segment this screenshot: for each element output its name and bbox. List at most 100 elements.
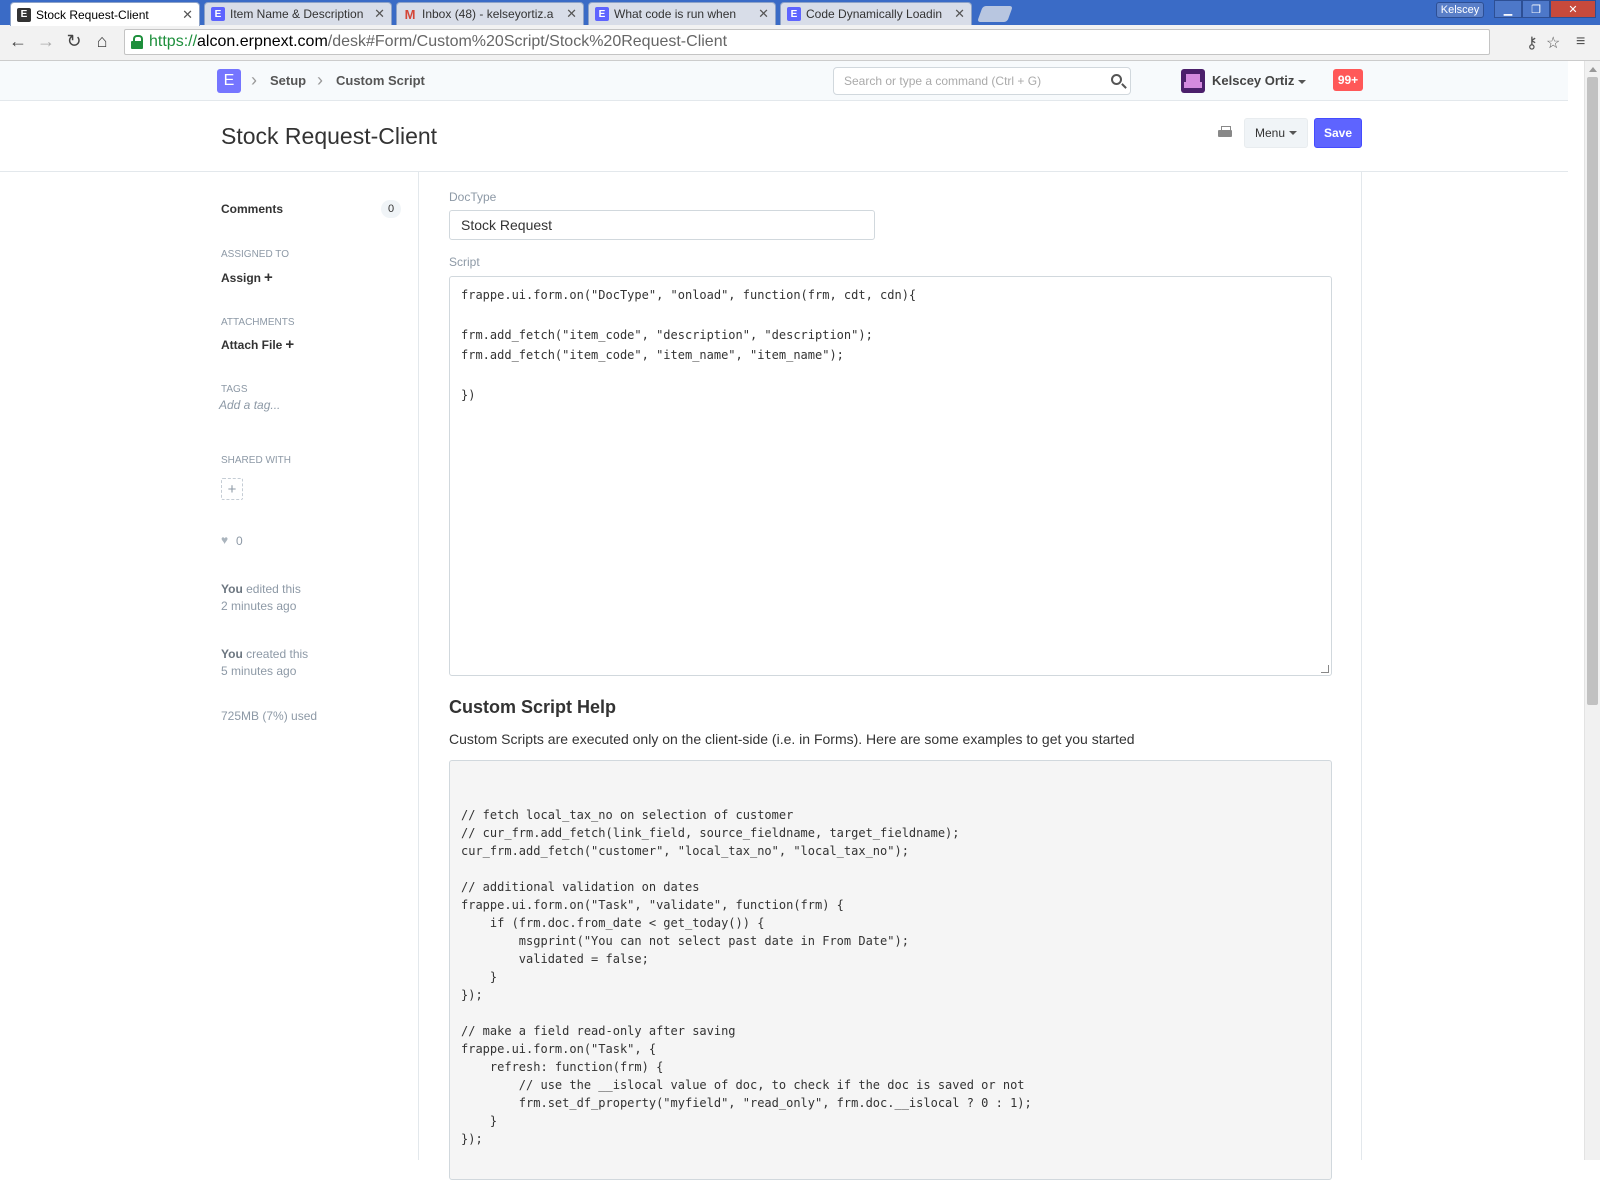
activity-item: You created this 5 minutes ago [221, 646, 308, 680]
user-menu[interactable]: Kelscey Ortiz [1212, 73, 1307, 88]
add-tag-input[interactable]: Add a tag... [219, 398, 280, 412]
browser-tab-code-dynamically-loading[interactable]: E Code Dynamically Loadin ✕ [780, 2, 972, 25]
activity-item: You edited this 2 minutes ago [221, 581, 301, 615]
app-navbar: E › Setup › Custom Script Search or type… [0, 61, 1568, 101]
url-scheme: https:// [149, 33, 198, 50]
doctype-label: DocType [449, 190, 497, 204]
breadcrumb-setup[interactable]: Setup [270, 73, 306, 88]
secure-lock-icon [131, 35, 143, 49]
script-editor[interactable]: frappe.ui.form.on("DocType", "onload", f… [449, 276, 1332, 676]
tab-title: Item Name & Description [230, 7, 364, 21]
close-window-icon[interactable]: ✕ [1550, 0, 1596, 18]
reload-icon[interactable]: ↻ [62, 31, 86, 52]
close-tab-icon[interactable]: ✕ [182, 7, 193, 23]
close-tab-icon[interactable]: ✕ [566, 6, 577, 22]
resize-handle-icon[interactable] [1321, 665, 1329, 673]
tab-title: What code is run when [614, 7, 737, 21]
browser-tab-inbox[interactable]: M Inbox (48) - kelseyortiz.a ✕ [396, 2, 584, 25]
help-title: Custom Script Help [449, 697, 617, 717]
erpnext-logo[interactable]: E [217, 69, 241, 93]
erpnext-favicon-icon: E [211, 7, 225, 21]
scroll-up-icon[interactable] [1589, 67, 1597, 72]
tags-label: TAGS [221, 384, 248, 395]
browser-tab-strip: E Stock Request-Client ✕ E Item Name & D… [0, 0, 1600, 26]
browser-tab-stock-request-client[interactable]: E Stock Request-Client ✕ [10, 2, 200, 26]
awesome-bar-search-input[interactable]: Search or type a command (Ctrl + G) [833, 67, 1131, 95]
activity-user: You [221, 647, 243, 661]
minimize-window-icon[interactable]: ▁ [1494, 0, 1522, 18]
scrollbar-thumb[interactable] [1587, 77, 1598, 705]
comments-link[interactable]: Comments [221, 202, 283, 216]
form-main: DocType Stock Request Script frappe.ui.f… [418, 172, 1362, 1180]
tab-title: Inbox (48) - kelseyortiz.a [422, 7, 554, 21]
activity-time: 2 minutes ago [221, 599, 297, 613]
search-icon [1111, 74, 1122, 85]
erpnext-favicon-icon: E [595, 7, 609, 21]
address-bar[interactable]: https://alcon.erpnext.com/desk#Form/Cust… [124, 29, 1490, 55]
breadcrumb-chevron-icon: › [317, 70, 323, 90]
activity-action: edited this [246, 582, 301, 596]
help-code: // fetch local_tax_no on selection of cu… [461, 808, 1032, 1146]
chevron-down-icon [1298, 79, 1307, 84]
close-tab-icon[interactable]: ✕ [374, 6, 385, 22]
script-label: Script [449, 255, 480, 269]
breadcrumb-chevron-icon: › [251, 70, 257, 90]
avatar[interactable] [1181, 69, 1205, 93]
shared-with-label: SHARED WITH [221, 455, 291, 466]
print-icon[interactable] [1218, 126, 1232, 138]
user-name: Kelscey Ortiz [1212, 73, 1295, 88]
page-gutter [1568, 61, 1584, 1160]
assign-link[interactable]: Assign + [221, 269, 273, 286]
attachments-label: ATTACHMENTS [221, 317, 295, 328]
chevron-down-icon [1289, 131, 1298, 135]
plus-icon: + [264, 269, 273, 286]
assigned-to-label: ASSIGNED TO [221, 249, 289, 260]
new-tab-button[interactable] [977, 6, 1013, 22]
notification-badge[interactable]: 99+ [1333, 69, 1363, 91]
browser-profile-button[interactable]: Kelscey [1436, 2, 1484, 18]
gmail-favicon-icon: M [404, 6, 416, 22]
activity-action: created this [246, 647, 309, 661]
activity-time: 5 minutes ago [221, 664, 297, 678]
help-description: Custom Scripts are executed only on the … [449, 731, 1135, 747]
save-button[interactable]: Save [1314, 118, 1362, 148]
add-share-button[interactable]: + [221, 478, 243, 500]
storage-usage: 725MB (7%) used [221, 709, 318, 723]
comments-count-badge: 0 [381, 200, 401, 218]
script-code: frappe.ui.form.on("DocType", "onload", f… [461, 288, 917, 402]
likes-count: 0 [236, 534, 243, 548]
erpnext-favicon-icon: E [17, 7, 31, 22]
page-title: Stock Request-Client [221, 123, 438, 149]
close-tab-icon[interactable]: ✕ [954, 6, 965, 22]
help-code-block: // fetch local_tax_no on selection of cu… [449, 760, 1332, 1180]
restore-window-icon[interactable]: ❐ [1522, 0, 1550, 18]
heart-icon[interactable]: ♥ [221, 533, 228, 547]
search-placeholder: Search or type a command (Ctrl + G) [844, 74, 1042, 88]
back-arrow-icon[interactable]: ← [6, 31, 30, 52]
erpnext-favicon-icon: E [787, 7, 801, 21]
plus-icon: + [285, 336, 295, 353]
bookmark-star-icon[interactable]: ☆ [1546, 33, 1560, 53]
forward-arrow-icon[interactable]: → [34, 31, 58, 52]
home-icon[interactable]: ⌂ [90, 31, 114, 52]
close-tab-icon[interactable]: ✕ [758, 6, 769, 22]
breadcrumb-custom-script[interactable]: Custom Script [336, 73, 425, 88]
url-host: alcon.erpnext.com [197, 33, 328, 50]
browser-toolbar: ← → ↻ ⌂ https://alcon.erpnext.com/desk#F… [0, 25, 1600, 61]
browser-menu-icon[interactable]: ≡ [1576, 33, 1585, 51]
vertical-scrollbar[interactable] [1584, 61, 1600, 1160]
menu-label: Menu [1254, 126, 1286, 140]
tab-title: Code Dynamically Loadin [806, 7, 943, 21]
attach-file-label: Attach File [221, 338, 283, 352]
key-icon[interactable]: ⚷ [1526, 33, 1538, 53]
browser-tab-item-name-description[interactable]: E Item Name & Description ✕ [204, 2, 392, 25]
doctype-field[interactable]: Stock Request [449, 210, 875, 240]
menu-button[interactable]: Menu [1244, 118, 1308, 148]
page-head: Stock Request-Client Menu Save [0, 102, 1568, 172]
attach-file-link[interactable]: Attach File + [221, 336, 294, 353]
url-path: /desk#Form/Custom%20Script/Stock%20Reque… [327, 33, 728, 50]
browser-tab-what-code-is-run[interactable]: E What code is run when ✕ [588, 2, 776, 25]
tab-title: Stock Request-Client [36, 7, 149, 22]
activity-user: You [221, 582, 243, 596]
assign-label: Assign [221, 271, 262, 285]
